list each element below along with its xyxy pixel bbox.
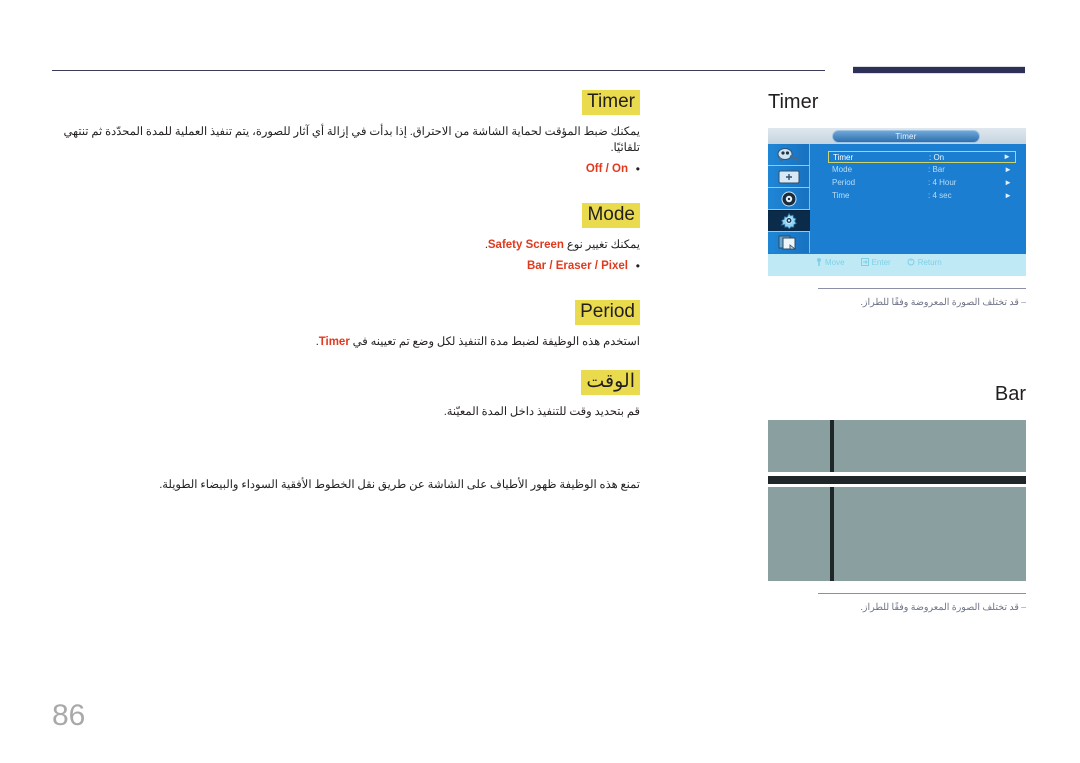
osd-caption: ‒ قد تختلف الصورة المعروضة وفقًا للطراز.: [860, 298, 1027, 308]
manual-page: Timer يمكنك ضبط المؤقت لحماية الشاشة من …: [0, 0, 1080, 763]
bullet-icon: •: [635, 162, 640, 176]
section-body-mode-prefix: يمكنك تغيير نوع: [563, 239, 640, 252]
osd-icon-sound-speaker[interactable]: [768, 188, 810, 210]
osd-icon-setup-gear[interactable]: [768, 210, 810, 232]
osd-icon-picture-display[interactable]: [768, 166, 810, 188]
bullet-icon: •: [635, 259, 640, 274]
osd-row-label: Mode: [832, 165, 853, 174]
osd-footer-move[interactable]: Move: [816, 258, 845, 267]
osd-footer-label: Return: [917, 257, 942, 267]
section-body-mode: يمكنك تغيير نوع Safety Screen.: [52, 237, 640, 253]
osd-row-label: Timer: [833, 153, 854, 162]
header-rule-thick: [853, 66, 1025, 74]
page-number: 86: [52, 699, 86, 732]
move-joystick-icon: [817, 258, 821, 266]
osd-row-label: Time: [832, 191, 850, 200]
section-heading-row-period: Period: [52, 300, 640, 326]
bar-figure-title: Bar: [994, 383, 1026, 405]
osd-row-time[interactable]: Time : 4 sec ►: [828, 191, 1016, 201]
bar-description: تمنع هذه الوظيفة ظهور الأطياف على الشاشة…: [159, 479, 640, 492]
osd-row-timer[interactable]: Timer : On ►: [828, 151, 1016, 163]
bar-block-right: [834, 420, 1026, 472]
bar-illustration: [768, 420, 1026, 581]
bar-block-left: [768, 420, 830, 472]
text-column: Timer يمكنك ضبط المؤقت لحماية الشاشة من …: [52, 90, 640, 493]
bar-illustration-row-bottom: [768, 487, 1026, 581]
option-values-timer: Off / On: [585, 163, 628, 176]
osd-footer-label: Move: [825, 257, 845, 267]
section-heading-time: الوقت: [581, 370, 640, 396]
bar-caption: ‒ قد تختلف الصورة المعروضة وفقًا للطراز.: [860, 603, 1027, 613]
bar-caption-rule: [818, 593, 1026, 594]
osd-menu-rows: Timer : On ► Mode : Bar ► Period : 4 Hou…: [828, 151, 1016, 204]
osd-footer-bar: Move Enter Return: [768, 254, 1026, 276]
osd-caption-rule: [818, 288, 1026, 289]
section-body-period-term: Timer: [318, 336, 350, 349]
section-heading-timer: Timer: [582, 90, 640, 115]
osd-footer-label: Enter: [871, 257, 891, 267]
bar-block-left: [768, 487, 830, 581]
osd-menu-title: Timer: [895, 132, 917, 141]
section-body-period-prefix: استخدم هذه الوظيفة لضبط مدة التنفيذ لكل …: [349, 336, 640, 349]
osd-sidebar: [768, 144, 810, 254]
section-body-period: استخدم هذه الوظيفة لضبط مدة التنفيذ لكل …: [52, 334, 640, 350]
bar-block-right: [834, 487, 1026, 581]
osd-row-value: : 4 sec: [928, 191, 952, 200]
osd-row-value: : 4 Hour: [928, 178, 957, 187]
osd-icon-multi-control[interactable]: [768, 232, 810, 254]
enter-key-icon: [860, 258, 869, 266]
osd-row-value: : On: [929, 153, 945, 162]
osd-footer-enter[interactable]: Enter: [860, 257, 891, 267]
section-body-timer: يمكنك ضبط المؤقت لحماية الشاشة من الاحتر…: [63, 126, 640, 154]
section-heading-row-mode: Mode: [52, 203, 640, 229]
osd-row-value: : Bar: [928, 165, 945, 174]
figure-column: Timer Timer Timer: On ► Mode: Bar ► Pe…: [768, 90, 1026, 615]
section-heading-row-timer: Timer: [52, 90, 640, 115]
chevron-right-icon: ►: [1003, 152, 1011, 161]
osd-icon-input-plug[interactable]: [768, 144, 810, 166]
osd-row-mode[interactable]: Mode : Bar ►: [828, 165, 1016, 175]
chevron-right-icon: ►: [1004, 165, 1012, 174]
osd-screenshot: Timer Timer: On ► Mode: Bar ► Period:…: [768, 128, 1026, 276]
section-body-mode-term: Safety Screen: [487, 239, 564, 252]
osd-row-label: Period: [832, 178, 856, 187]
return-arrow-icon: [907, 258, 915, 266]
section-heading-row-time: الوقت: [52, 370, 640, 396]
section-heading-mode: Mode: [582, 203, 640, 229]
section-options-mode: • Bar / Eraser / Pixel: [52, 258, 640, 274]
section-heading-period: Period: [575, 300, 640, 326]
section-options-timer: • Off / On: [52, 161, 640, 177]
option-values-mode: Bar / Eraser / Pixel: [526, 260, 628, 273]
bar-horizontal-line: [768, 476, 1026, 484]
osd-figure-title: Timer: [768, 91, 819, 113]
osd-row-period[interactable]: Period : 4 Hour ►: [828, 178, 1016, 188]
header-rule-thin: [52, 70, 825, 71]
osd-footer-return[interactable]: Return: [907, 258, 942, 267]
chevron-right-icon: ►: [1004, 178, 1012, 187]
section-body-time: قم بتحديد وقت للتنفيذ داخل المدة المعيّن…: [443, 406, 640, 419]
bar-illustration-row-top: [768, 420, 1026, 472]
chevron-right-icon: ►: [1004, 191, 1012, 200]
